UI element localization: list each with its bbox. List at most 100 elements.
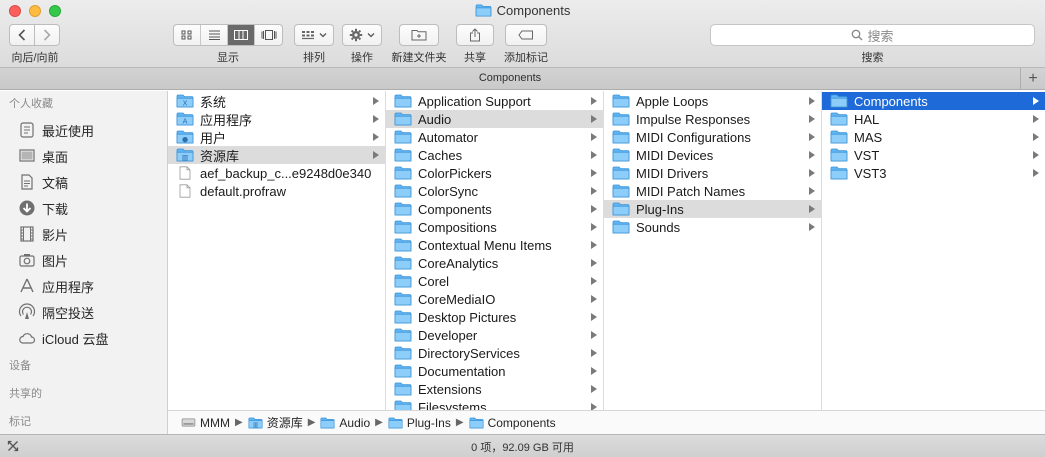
column-item[interactable]: A 应用程序 (168, 110, 385, 128)
icloud-icon (17, 328, 37, 348)
disclosure-arrow-icon (373, 115, 379, 123)
chevron-right-icon (43, 29, 51, 41)
disclosure-arrow-icon (591, 331, 597, 339)
column-item[interactable]: Components (386, 200, 603, 218)
folder-icon (830, 94, 848, 108)
path-item[interactable]: ▥ 资源库 (248, 414, 303, 431)
gear-icon (349, 28, 363, 42)
browser-column-2: Application Support Audio Automator Caches C… (386, 91, 604, 410)
airdrop-icon (17, 302, 37, 322)
sidebar-item-downloads[interactable]: 下载 (0, 195, 167, 221)
desktop-icon (17, 146, 37, 166)
disclosure-arrow-icon (591, 223, 597, 231)
column-item[interactable]: MIDI Configurations (604, 128, 821, 146)
column-item[interactable]: CoreAnalytics (386, 254, 603, 272)
toolbar: Components 向后/向前 显示 排列 操作 新建文件夹 共享 添加标记 … (0, 0, 1045, 68)
disclosure-arrow-icon (809, 223, 815, 231)
column-item[interactable]: CoreMediaIO (386, 290, 603, 308)
column-item[interactable]: Compositions (386, 218, 603, 236)
column-item[interactable]: X 系统 (168, 92, 385, 110)
column-item[interactable]: MIDI Drivers (604, 164, 821, 182)
sidebar-item-movies[interactable]: 影片 (0, 221, 167, 247)
sidebar-item-label: 影片 (42, 227, 69, 243)
column-item[interactable]: Desktop Pictures (386, 308, 603, 326)
sidebar-item-label: 最近使用 (42, 123, 95, 139)
browser-column-1: X 系统 A 应用程序 ● 用户 ▥ 资源库 aef_backup_c...e9248d0e34… (168, 91, 386, 410)
column-item[interactable]: Extensions (386, 380, 603, 398)
column-item[interactable]: Apple Loops (604, 92, 821, 110)
column-item[interactable]: Audio (386, 110, 603, 128)
folder-icon (394, 400, 412, 410)
sidebar-item-icloud[interactable]: iCloud 云盘 (0, 325, 167, 351)
column-item[interactable]: ▥ 资源库 (168, 146, 385, 164)
column-item[interactable]: Documentation (386, 362, 603, 380)
column-item[interactable]: Components (822, 92, 1045, 110)
column-item[interactable]: Sounds (604, 218, 821, 236)
path-item[interactable]: Components (469, 416, 556, 430)
column-item[interactable]: Caches (386, 146, 603, 164)
search-input[interactable]: 搜索 (710, 24, 1035, 46)
column-item-label: 资源库 (200, 148, 240, 164)
path-separator-icon: ▶ (307, 417, 316, 428)
column-item[interactable]: VST3 (822, 164, 1045, 182)
column-item[interactable]: Impulse Responses (604, 110, 821, 128)
new-folder-button[interactable] (399, 24, 439, 46)
column-item-label: VST (854, 147, 880, 163)
sidebar-item-desktop[interactable]: 桌面 (0, 143, 167, 169)
sidebar-section-devices[interactable]: 设备 (0, 353, 167, 379)
column-item[interactable]: ColorSync (386, 182, 603, 200)
column-item[interactable]: Contextual Menu Items (386, 236, 603, 254)
column-view-button[interactable] (228, 25, 255, 45)
path-item[interactable]: Audio (320, 416, 370, 430)
column-item[interactable]: MIDI Patch Names (604, 182, 821, 200)
new-tab-button[interactable]: + (1020, 68, 1045, 89)
folder-icon (612, 130, 630, 144)
users-folder-icon: ● (176, 130, 194, 144)
action-button[interactable] (342, 24, 382, 46)
column-item[interactable]: default.profraw (168, 182, 385, 200)
chevron-down-icon (367, 33, 375, 38)
column-item[interactable]: ColorPickers (386, 164, 603, 182)
path-item[interactable]: MMM (181, 416, 230, 430)
forward-button[interactable] (34, 24, 60, 46)
sidebar-item-pictures[interactable]: 图片 (0, 247, 167, 273)
column-item[interactable]: Corel (386, 272, 603, 290)
column-item[interactable]: Automator (386, 128, 603, 146)
list-view-button[interactable] (201, 25, 228, 45)
tab-components[interactable]: Components (0, 72, 1020, 84)
chevron-down-icon (319, 33, 327, 38)
column-item[interactable]: aef_backup_c...e9248d0e340 (168, 164, 385, 182)
sidebar-section-tags[interactable]: 标记 (0, 409, 167, 434)
column-item[interactable]: MIDI Devices (604, 146, 821, 164)
sidebar-item-documents[interactable]: 文稿 (0, 169, 167, 195)
column-item[interactable]: ● 用户 (168, 128, 385, 146)
column-item[interactable]: VST (822, 146, 1045, 164)
sidebar-item-recents[interactable]: 最近使用 (0, 117, 167, 143)
path-item[interactable]: Plug-Ins (388, 416, 451, 430)
gallery-view-button[interactable] (255, 25, 282, 45)
icon-view-button[interactable] (174, 25, 201, 45)
column-item[interactable]: MAS (822, 128, 1045, 146)
column-item[interactable]: Application Support (386, 92, 603, 110)
arrange-button[interactable] (294, 24, 334, 46)
disclosure-arrow-icon (591, 313, 597, 321)
sidebar-item-airdrop[interactable]: 隔空投送 (0, 299, 167, 325)
folder-icon (394, 148, 412, 162)
add-tag-button[interactable] (505, 24, 547, 46)
disclosure-arrow-icon (1033, 151, 1039, 159)
share-button[interactable] (456, 24, 494, 46)
column-item-label: Components (854, 93, 928, 109)
column-item[interactable]: HAL (822, 110, 1045, 128)
sidebar-section-shared[interactable]: 共享的 (0, 381, 167, 407)
back-button[interactable] (9, 24, 35, 46)
column-item-label: Corel (418, 273, 450, 289)
view-mode-control[interactable] (173, 24, 283, 46)
column-item[interactable]: DirectoryServices (386, 344, 603, 362)
column-item[interactable]: Filesystems (386, 398, 603, 410)
column-item[interactable]: Developer (386, 326, 603, 344)
column-item[interactable]: Plug-Ins (604, 200, 821, 218)
folder-icon (830, 166, 848, 180)
sidebar-item-applications[interactable]: 应用程序 (0, 273, 167, 299)
disclosure-arrow-icon (591, 115, 597, 123)
column-item-label: MIDI Configurations (636, 129, 751, 145)
